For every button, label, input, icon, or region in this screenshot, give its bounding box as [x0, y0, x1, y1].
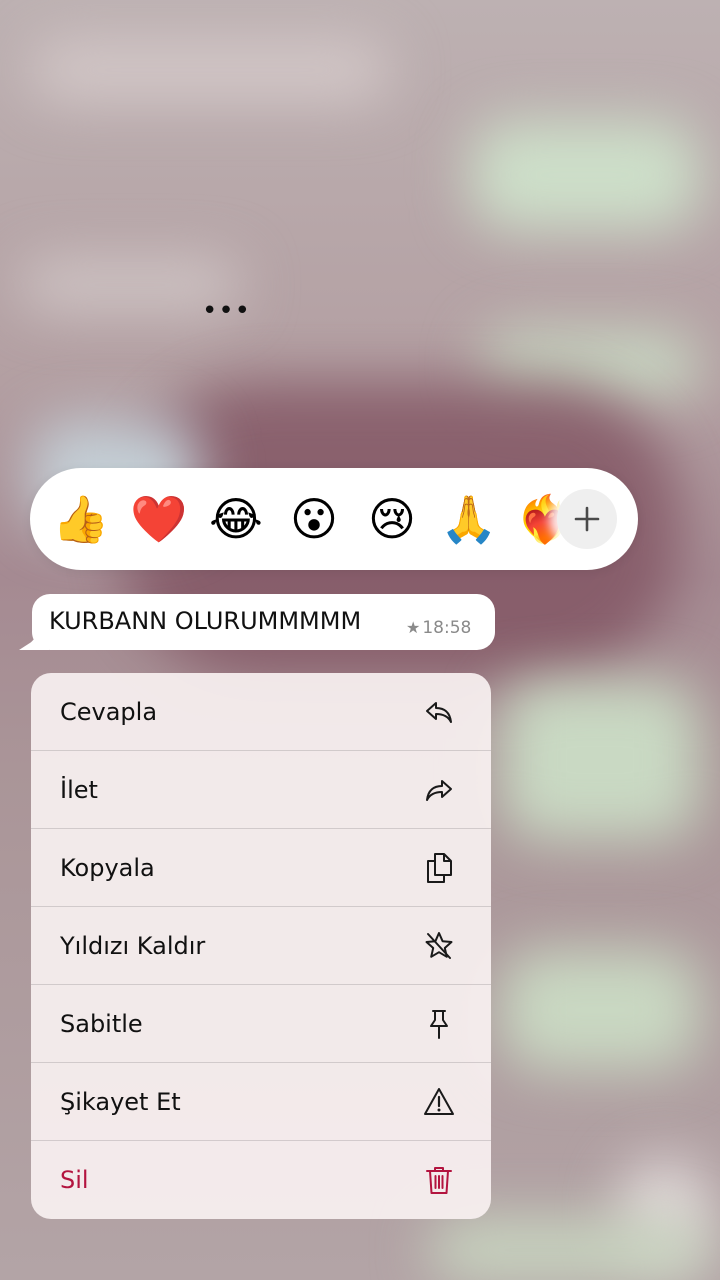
blurred-message [500, 680, 700, 840]
menu-item-copy[interactable]: Kopyala [31, 829, 491, 907]
more-indicator: ••• [202, 296, 252, 326]
reaction-laughing[interactable]: 😂 [207, 490, 265, 548]
menu-item-label: İlet [60, 776, 98, 804]
reaction-praying[interactable]: 🙏 [440, 490, 498, 548]
pin-icon [430, 1010, 448, 1039]
blurred-message [430, 1220, 710, 1280]
star-icon: ★ [406, 618, 421, 637]
blurred-message [500, 950, 700, 1070]
reaction-surprised[interactable]: 😮 [285, 490, 343, 548]
menu-item-label: Sil [60, 1166, 89, 1194]
menu-item-label: Şikayet Et [60, 1088, 181, 1116]
menu-item-label: Cevapla [60, 698, 158, 726]
reaction-thumbs-up[interactable]: 👍 [52, 490, 110, 548]
message-text: KURBANN OLURUMMMMM [49, 607, 362, 635]
unstar-icon [425, 932, 453, 959]
message-meta: ★ 18:58 [406, 618, 471, 638]
reaction-bar: 👍 ❤️ 😂 😮 😢 🙏 ❤️‍🔥 [30, 468, 638, 570]
copy-icon [427, 853, 452, 883]
menu-item-pin[interactable]: Sabitle [31, 985, 491, 1063]
forward-icon [426, 780, 452, 801]
menu-item-delete[interactable]: Sil [31, 1141, 491, 1219]
menu-item-label: Yıldızı Kaldır [60, 932, 206, 960]
menu-item-unstar[interactable]: Yıldızı Kaldır [31, 907, 491, 985]
message-bubble[interactable]: KURBANN OLURUMMMMM ★ 18:58 [32, 594, 495, 650]
warning-icon [424, 1088, 454, 1115]
reply-icon [426, 702, 452, 723]
more-reactions-button[interactable] [557, 489, 617, 549]
menu-item-forward[interactable]: İlet [31, 751, 491, 829]
blurred-message [470, 120, 700, 230]
message-time: 18:58 [422, 618, 472, 638]
context-menu: Cevapla İlet Kopyala Yıldızı Kaldır Sabi… [31, 673, 491, 1219]
trash-icon [426, 1167, 452, 1194]
menu-item-label: Kopyala [60, 854, 155, 882]
menu-item-reply[interactable]: Cevapla [31, 673, 491, 751]
menu-item-label: Sabitle [60, 1010, 143, 1038]
reaction-crying[interactable]: 😢 [363, 490, 421, 548]
menu-item-report[interactable]: Şikayet Et [31, 1063, 491, 1141]
plus-icon [574, 506, 600, 532]
reaction-heart[interactable]: ❤️ [130, 490, 188, 548]
blurred-message [30, 40, 390, 100]
